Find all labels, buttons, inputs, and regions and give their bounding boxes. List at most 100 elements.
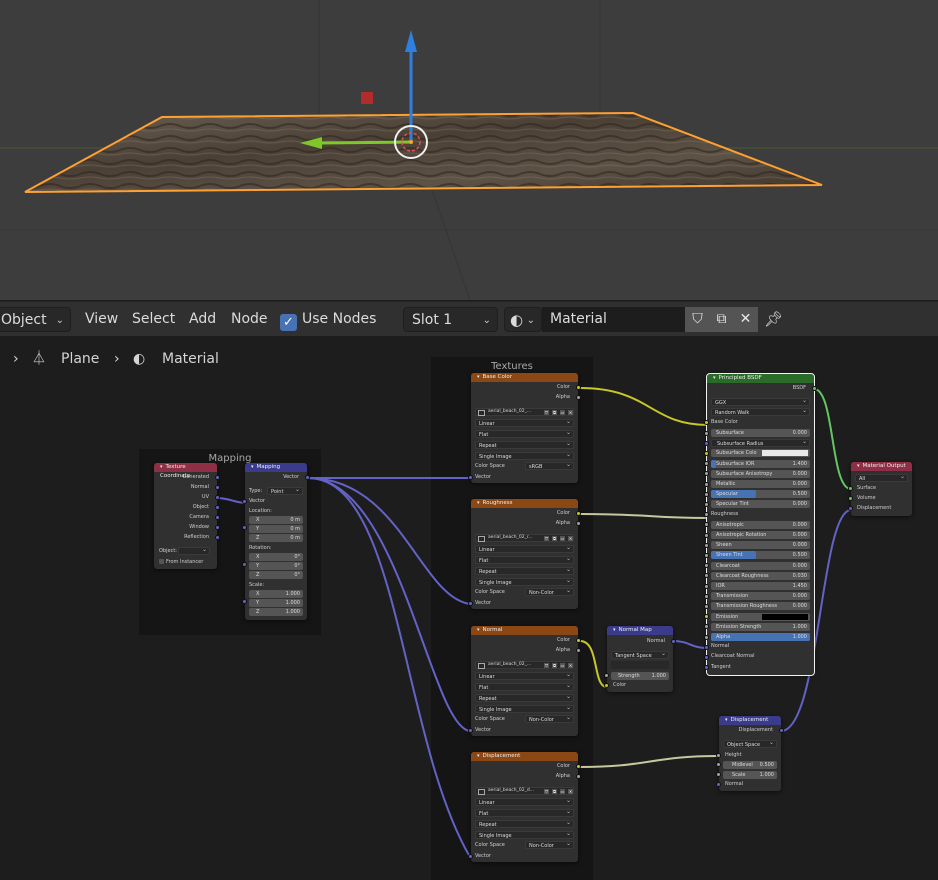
input-socket[interactable] <box>704 440 709 446</box>
input-socket[interactable] <box>704 573 709 579</box>
image-texture-node-base-color[interactable]: Base Color Color Alpha aerial_beach_02_.… <box>468 373 581 483</box>
rotation-y-field[interactable]: Y 0° <box>249 562 303 570</box>
menu-node[interactable]: Node <box>231 307 268 332</box>
interpolation-dropdown[interactable]: Linear <box>475 797 574 806</box>
input-socket[interactable] <box>704 614 709 620</box>
scale-z-field[interactable]: Z 1.000 <box>249 608 303 616</box>
input-socket[interactable] <box>704 461 709 467</box>
input-socket[interactable] <box>468 728 473 733</box>
input-socket[interactable] <box>468 475 473 480</box>
input-socket[interactable] <box>468 601 473 606</box>
folder-icon[interactable]: ▭ <box>560 536 565 541</box>
image-selector[interactable]: aerial_beach_02_r... ⛉ ⧉ ▭ ✕ <box>475 534 574 542</box>
scale-x-field[interactable]: X 1.000 <box>249 590 303 598</box>
input-socket[interactable] <box>242 599 247 604</box>
input-socket[interactable] <box>848 506 853 511</box>
input-socket[interactable] <box>704 583 709 589</box>
duplicate-material-icon[interactable]: ⧉ <box>709 307 734 332</box>
menu-add[interactable]: Add <box>189 307 216 332</box>
input-socket[interactable] <box>704 512 709 518</box>
projection-dropdown[interactable]: Flat <box>475 808 574 817</box>
mapping-node[interactable]: Mapping Vector Type: Point Vector Locati… <box>242 463 310 620</box>
input-socket[interactable] <box>716 753 721 758</box>
input-socket[interactable] <box>242 525 247 530</box>
source-dropdown[interactable]: Single Image <box>475 451 574 460</box>
shield-icon[interactable]: ⛉ <box>544 663 549 668</box>
input-socket[interactable] <box>704 634 709 640</box>
input-socket[interactable] <box>704 481 709 487</box>
input-socket[interactable] <box>604 673 609 678</box>
bsdf-field[interactable]: Transmission 0.000 <box>711 592 810 601</box>
input-socket[interactable] <box>468 854 473 859</box>
input-socket[interactable] <box>242 499 247 504</box>
output-socket[interactable] <box>215 475 220 480</box>
duplicate-icon[interactable]: ⧉ <box>552 410 557 415</box>
texture-coordinate-node[interactable]: Texture Coordinate Generated Normal UV O… <box>154 463 220 569</box>
bsdf-field[interactable]: Specular 0.500 <box>711 490 810 499</box>
input-socket[interactable] <box>704 563 709 569</box>
location-z-field[interactable]: Z 0 m <box>249 534 303 542</box>
bsdf-field[interactable]: Anisotropic 0.000 <box>711 520 810 529</box>
extension-dropdown[interactable]: Repeat <box>475 819 574 828</box>
bsdf-field[interactable]: Transmission Roughness 0.000 <box>711 602 810 611</box>
input-socket[interactable] <box>704 593 709 599</box>
duplicate-icon[interactable]: ⧉ <box>552 536 557 541</box>
input-socket[interactable] <box>704 491 709 497</box>
distribution-dropdown[interactable]: GGX <box>711 397 810 406</box>
bsdf-field[interactable]: Subsurface Radius <box>711 438 810 448</box>
menu-view[interactable]: View <box>85 307 118 332</box>
output-socket[interactable] <box>215 535 220 540</box>
rotation-z-field[interactable]: Z 0° <box>249 571 303 579</box>
slot-dropdown[interactable]: Slot 1 ⌄ <box>403 307 498 332</box>
input-socket[interactable] <box>716 762 721 767</box>
from-instancer-checkbox[interactable]: From Instancer <box>159 559 203 566</box>
bsdf-field[interactable]: Specular Tint 0.000 <box>711 500 810 509</box>
image-selector[interactable]: aerial_beach_02_... ⛉ ⧉ ▭ ✕ <box>475 408 574 416</box>
input-socket[interactable] <box>704 665 709 671</box>
breadcrumb-object[interactable]: Plane <box>61 350 99 368</box>
output-socket[interactable] <box>215 515 220 520</box>
strength-field[interactable]: Strength 1.000 <box>611 672 669 680</box>
input-socket[interactable] <box>604 683 609 688</box>
bsdf-field[interactable]: Metallic 0.000 <box>711 480 810 488</box>
input-socket[interactable] <box>242 562 247 567</box>
output-socket[interactable] <box>305 475 310 480</box>
bsdf-field[interactable]: Subsurface 0.000 <box>711 429 810 437</box>
extension-dropdown[interactable]: Repeat <box>475 693 574 702</box>
uv-map-field[interactable] <box>611 661 669 669</box>
output-socket[interactable] <box>779 728 784 733</box>
input-socket[interactable] <box>704 603 709 609</box>
browse-material-dropdown[interactable]: ◐ ⌄ <box>504 307 542 332</box>
target-dropdown[interactable]: All <box>855 473 908 482</box>
input-socket[interactable] <box>848 486 853 491</box>
color-swatch[interactable] <box>762 450 808 457</box>
output-socket[interactable] <box>576 774 581 779</box>
bsdf-field[interactable]: Subsurface IOR 1.400 <box>711 459 810 468</box>
subsurface-method-dropdown[interactable]: Random Walk <box>711 407 810 416</box>
input-socket[interactable] <box>848 496 853 501</box>
bsdf-field[interactable]: Alpha 1.000 <box>711 633 810 641</box>
pin-icon[interactable]: 📌︎ <box>764 307 783 332</box>
bsdf-field[interactable]: Sheen 0.000 <box>711 541 810 550</box>
displacement-node[interactable]: Displacement Displacement Object Space H… <box>716 716 784 791</box>
bsdf-field[interactable]: Subsurface Colo <box>711 449 810 458</box>
bsdf-field[interactable]: Clearcoat 0.000 <box>711 561 810 570</box>
input-socket[interactable] <box>716 772 721 777</box>
bsdf-field[interactable]: Emission <box>711 612 810 621</box>
shield-icon[interactable]: ⛉ <box>544 789 549 794</box>
output-socket[interactable] <box>812 386 817 391</box>
rotation-x-field[interactable]: X 0° <box>249 553 303 561</box>
mode-dropdown[interactable]: Object ⌄ <box>0 307 71 332</box>
use-nodes-toggle[interactable]: ✓ Use Nodes <box>280 307 376 332</box>
bsdf-field[interactable]: Subsurface Anisotropy 0.000 <box>711 469 810 478</box>
input-socket[interactable] <box>704 654 709 660</box>
input-socket[interactable] <box>704 552 709 558</box>
projection-dropdown[interactable]: Flat <box>475 555 574 564</box>
object-picker[interactable] <box>178 546 210 555</box>
color-swatch[interactable] <box>762 613 808 620</box>
color-space-dropdown[interactable]: sRGB <box>525 461 574 470</box>
scale-y-field[interactable]: Y 1.000 <box>249 599 303 607</box>
color-space-dropdown[interactable]: Non-Color <box>525 714 574 723</box>
interpolation-dropdown[interactable]: Linear <box>475 544 574 553</box>
image-texture-node-normal[interactable]: Normal Color Alpha aerial_beach_02_... ⛉… <box>468 626 581 736</box>
